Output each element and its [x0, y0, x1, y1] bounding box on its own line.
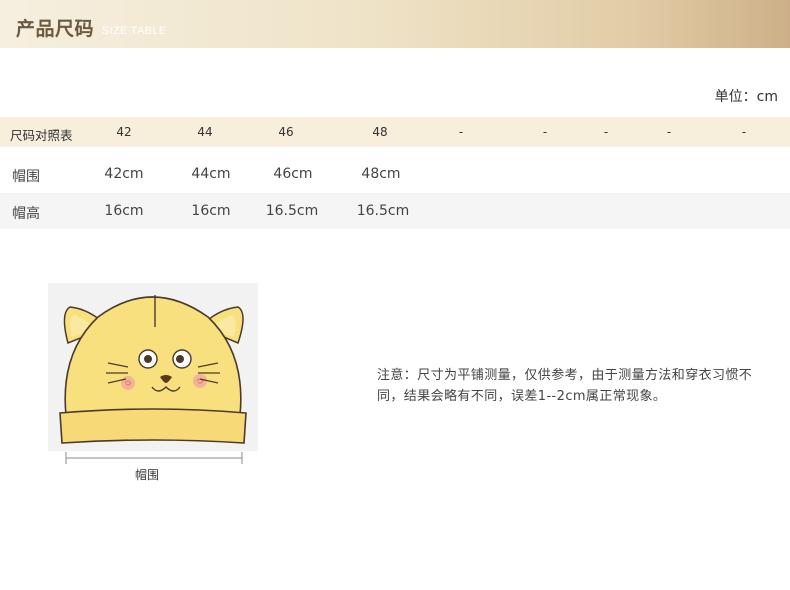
measure-caption: 帽围	[135, 468, 160, 482]
unit-label: 单位：cm	[714, 89, 778, 105]
table-cell: 16.5cm	[356, 203, 410, 219]
table-cell: 44cm	[191, 166, 231, 182]
hat-illustration	[59, 295, 247, 444]
table-row: 帽高 16cm 16cm 16.5cm 16.5cm	[0, 193, 790, 229]
table-cell: 46cm	[273, 166, 313, 182]
header-banner: 产品尺码 SIZE TABLE	[0, 0, 790, 48]
page-subtitle: SIZE TABLE	[102, 25, 167, 37]
table-header-cell: 42	[116, 125, 132, 139]
hat-brim	[59, 408, 247, 444]
table-header-cell: -	[603, 125, 609, 139]
table-header-cell: 44	[197, 125, 213, 139]
row-label-height: 帽高	[12, 206, 40, 222]
table-header-cell: -	[458, 125, 464, 139]
table-cell: 48cm	[361, 166, 401, 182]
measure-line	[65, 452, 243, 464]
table-header-label: 尺码对照表	[10, 128, 73, 143]
measurement-note: 注意：尺寸为平铺测量，仅供参考，由于测量方法和穿衣习惯不同，结果会略有不同，误差…	[377, 368, 753, 404]
table-cell: 16cm	[104, 203, 144, 219]
table-cell: 16.5cm	[265, 203, 319, 219]
table-row: 帽围 42cm 44cm 46cm 48cm	[0, 158, 790, 190]
table-header-cell: 46	[278, 125, 294, 139]
table-cell: 42cm	[104, 166, 144, 182]
table-header-cell: -	[666, 125, 672, 139]
table-header-cell: 48	[372, 125, 388, 139]
size-table-header: 尺码对照表 42 44 46 48 - - - - -	[0, 117, 790, 147]
table-cell: 16cm	[191, 203, 231, 219]
table-header-cell: -	[542, 125, 548, 139]
page-title: 产品尺码	[16, 18, 95, 40]
right-cheek	[193, 374, 207, 388]
table-header-cell: -	[741, 125, 747, 139]
left-cheek	[121, 376, 135, 390]
row-label-circumference: 帽围	[12, 169, 40, 185]
